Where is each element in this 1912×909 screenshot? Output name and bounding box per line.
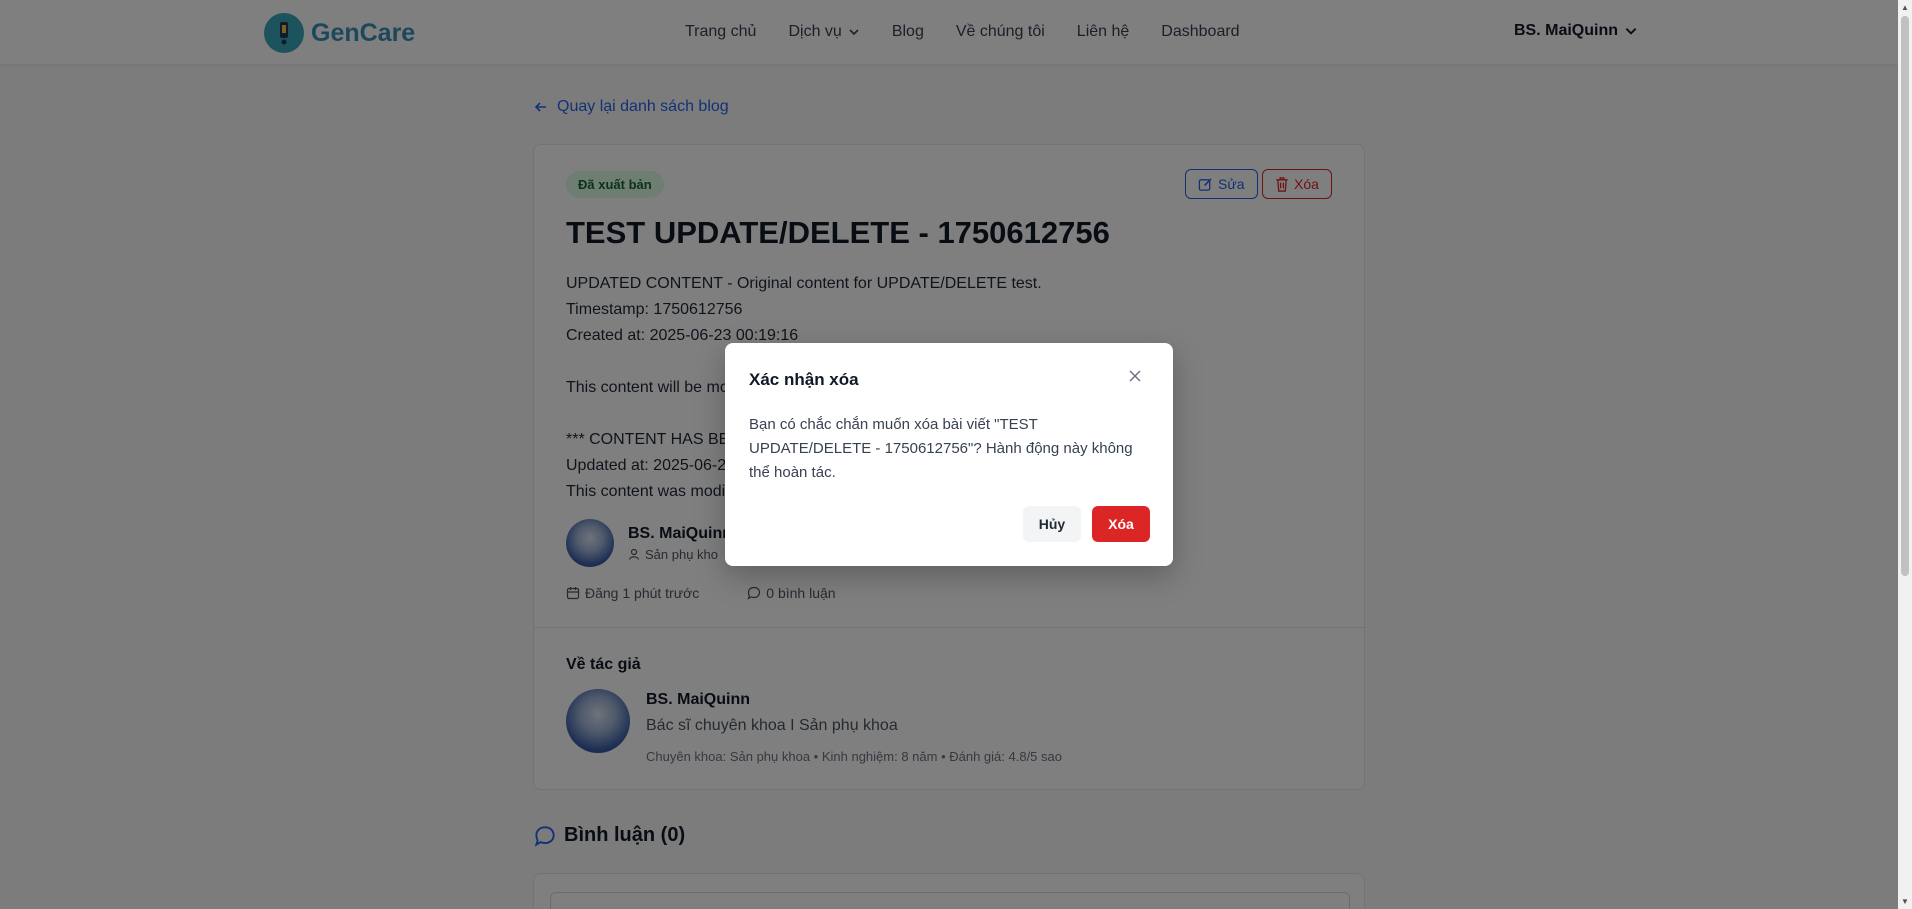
scroll-down-arrow-icon[interactable]: ▼ — [1901, 897, 1909, 906]
cancel-button[interactable]: Hủy — [1023, 506, 1081, 542]
scrollbar[interactable]: ▲ ▼ — [1898, 0, 1912, 909]
scrollbar-thumb[interactable] — [1901, 16, 1909, 576]
confirm-delete-dialog: Xác nhận xóa Bạn có chắc chắn muốn xóa b… — [725, 343, 1173, 566]
dialog-message: Bạn có chắc chắn muốn xóa bài viết "TEST… — [749, 416, 1133, 481]
confirm-delete-button[interactable]: Xóa — [1092, 506, 1150, 542]
close-icon[interactable] — [1128, 369, 1142, 388]
scroll-up-arrow-icon[interactable]: ▲ — [1901, 3, 1909, 12]
dialog-title: Xác nhận xóa — [749, 370, 859, 389]
